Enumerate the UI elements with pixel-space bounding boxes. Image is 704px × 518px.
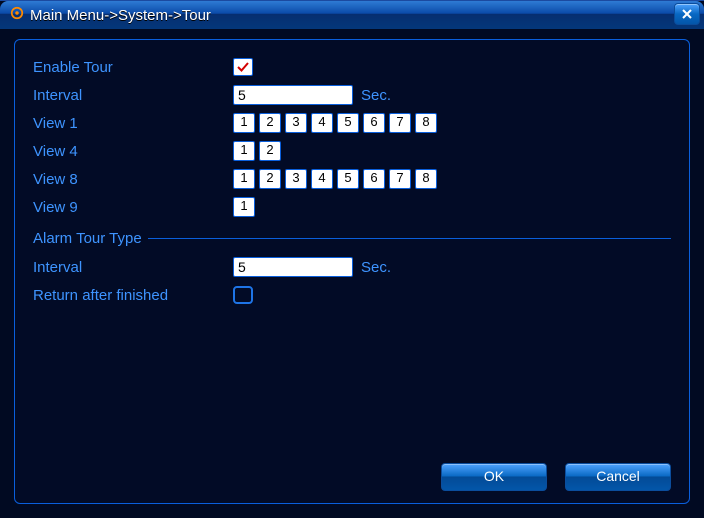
view8-channel-7[interactable]: 7 [389, 169, 411, 189]
view1-channel-1[interactable]: 1 [233, 113, 255, 133]
interval-unit: Sec. [361, 87, 391, 104]
view9-channel-1[interactable]: 1 [233, 197, 255, 217]
close-icon [681, 8, 693, 20]
view8-label: View 8 [33, 171, 233, 188]
view4-channels: 12 [233, 141, 281, 161]
window-title-group: Main Menu->System->Tour [6, 6, 211, 24]
view1-channel-8[interactable]: 8 [415, 113, 437, 133]
view9-channels: 1 [233, 197, 255, 217]
enable-tour-label: Enable Tour [33, 59, 233, 76]
view4-channel-2[interactable]: 2 [259, 141, 281, 161]
view1-channel-6[interactable]: 6 [363, 113, 385, 133]
ok-button[interactable]: OK [441, 463, 547, 491]
gear-icon [10, 6, 24, 24]
view8-channel-4[interactable]: 4 [311, 169, 333, 189]
close-button[interactable] [674, 3, 700, 25]
view8-channel-2[interactable]: 2 [259, 169, 281, 189]
interval-input[interactable] [233, 85, 353, 105]
view8-channel-3[interactable]: 3 [285, 169, 307, 189]
divider-line [148, 238, 671, 239]
view1-channel-2[interactable]: 2 [259, 113, 281, 133]
view9-label: View 9 [33, 199, 233, 216]
alarm-interval-unit: Sec. [361, 259, 391, 276]
view1-label: View 1 [33, 115, 233, 132]
enable-tour-checkbox[interactable] [233, 58, 253, 76]
view4-label: View 4 [33, 143, 233, 160]
view1-channel-5[interactable]: 5 [337, 113, 359, 133]
alarm-interval-input[interactable] [233, 257, 353, 277]
view1-channel-7[interactable]: 7 [389, 113, 411, 133]
dialog-buttons: OK Cancel [441, 463, 671, 491]
view8-channel-1[interactable]: 1 [233, 169, 255, 189]
view8-channel-5[interactable]: 5 [337, 169, 359, 189]
return-after-label: Return after finished [33, 287, 233, 304]
alarm-interval-label: Interval [33, 259, 233, 276]
view8-channels: 12345678 [233, 169, 437, 189]
view8-channel-6[interactable]: 6 [363, 169, 385, 189]
window-title: Main Menu->System->Tour [30, 7, 211, 24]
alarm-section-label: Alarm Tour Type [33, 230, 142, 247]
view8-channel-8[interactable]: 8 [415, 169, 437, 189]
view1-channel-4[interactable]: 4 [311, 113, 333, 133]
alarm-section-divider: Alarm Tour Type [33, 228, 671, 248]
view4-channel-1[interactable]: 1 [233, 141, 255, 161]
view1-channels: 12345678 [233, 113, 437, 133]
title-bar: Main Menu->System->Tour [0, 1, 704, 29]
view1-channel-3[interactable]: 3 [285, 113, 307, 133]
cancel-button[interactable]: Cancel [565, 463, 671, 491]
tour-settings-window: Main Menu->System->Tour Enable Tour Inte… [0, 0, 704, 518]
return-after-checkbox[interactable] [233, 286, 253, 304]
interval-label: Interval [33, 87, 233, 104]
settings-panel: Enable Tour Interval Sec. View 1 1234567… [14, 39, 690, 504]
